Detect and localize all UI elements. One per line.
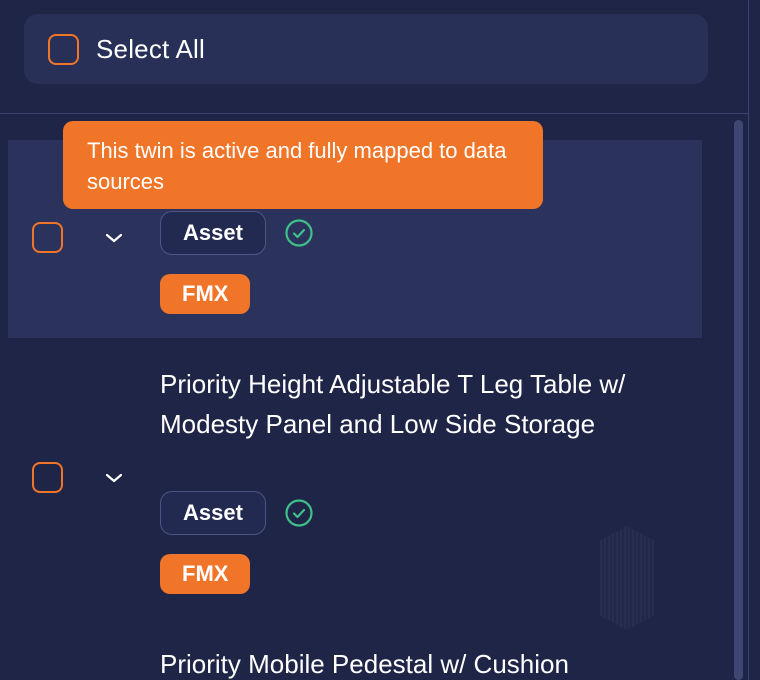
type-badge: Asset [160,211,266,255]
source-badge: FMX [160,554,251,594]
select-all-bar[interactable]: Select All [24,14,708,84]
item-title: Priority Height Adjustable T Leg Table w… [160,369,626,439]
check-circle-icon[interactable] [284,218,314,248]
type-badge: Asset [160,491,266,535]
item-tags: Asset [160,491,314,535]
status-tooltip: This twin is active and fully mapped to … [63,121,543,209]
row-checkbox[interactable] [32,222,63,253]
scrollbar-thumb[interactable] [734,120,743,680]
source-badge: FMX [160,274,251,314]
list-item[interactable]: Priority Height Adjustable T Leg Table w… [8,360,702,600]
select-all-label: Select All [96,33,205,64]
chevron-down-icon[interactable] [102,466,126,490]
panel-divider [748,0,749,680]
background-decoration [600,526,654,630]
item-tags: Asset [160,211,314,255]
select-all-checkbox[interactable] [48,33,79,65]
list-item[interactable]: Priority Mobile Pedestal w/ Cushion [8,640,702,680]
check-circle-icon[interactable] [284,498,314,528]
chevron-down-icon[interactable] [102,226,126,250]
item-title: Priority Mobile Pedestal w/ Cushion [160,649,569,679]
row-checkbox[interactable] [32,462,63,493]
toolbar: Select All [0,0,748,114]
